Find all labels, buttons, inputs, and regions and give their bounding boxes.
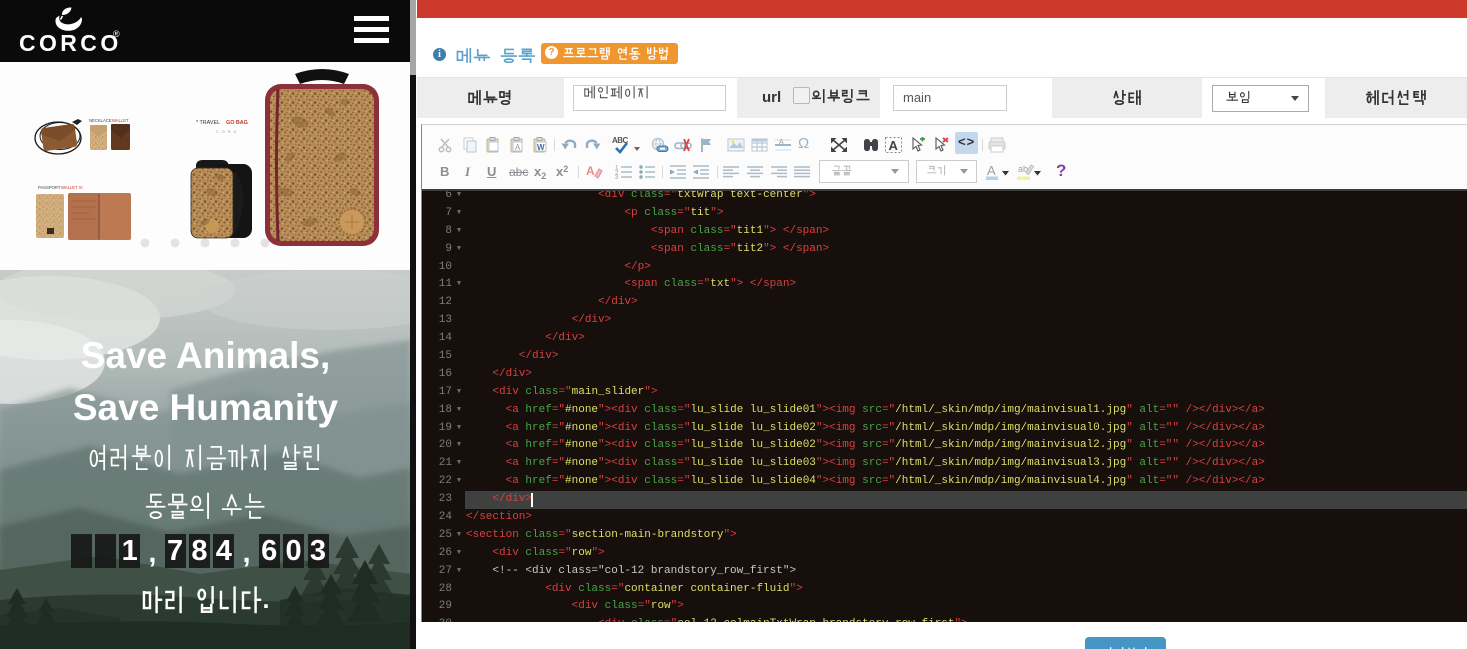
- svg-text:C O R K: C O R K: [216, 130, 237, 134]
- svg-text:WALLET: WALLET: [112, 118, 129, 123]
- svg-text:NECKLACE: NECKLACE: [89, 118, 112, 123]
- svg-text:GO BAG: GO BAG: [226, 120, 248, 126]
- svg-text:* TRAVEL: * TRAVEL: [196, 120, 220, 126]
- svg-text:WALLET IV: WALLET IV: [61, 185, 83, 190]
- svg-text:A: A: [515, 143, 521, 152]
- svg-text:3: 3: [615, 175, 619, 179]
- svg-text:PASSPORT: PASSPORT: [38, 185, 61, 190]
- svg-text:A: A: [586, 164, 595, 178]
- svg-text:A: A: [779, 139, 784, 146]
- svg-text:W: W: [537, 143, 545, 152]
- svg-text:A: A: [987, 163, 996, 178]
- svg-text:A: A: [889, 138, 899, 153]
